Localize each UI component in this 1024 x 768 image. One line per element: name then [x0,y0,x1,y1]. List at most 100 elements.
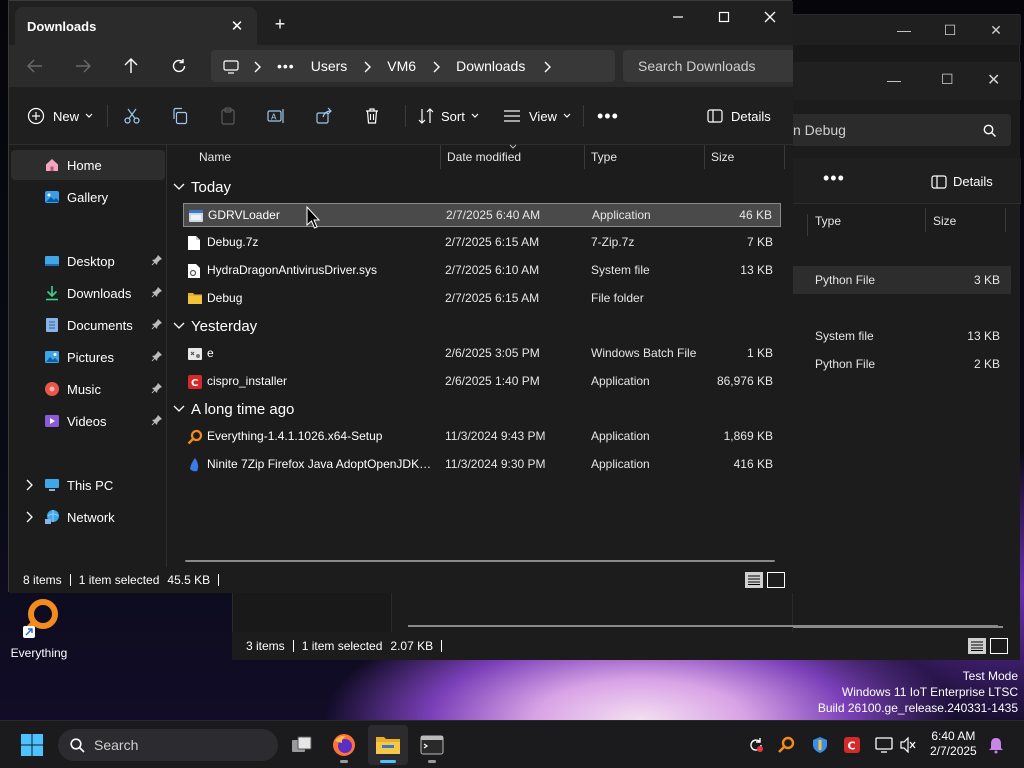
new-tab-button[interactable]: + [269,13,291,35]
details-view-icon[interactable] [745,572,763,588]
search-input[interactable]: Search Downloads [623,50,793,82]
new-button[interactable]: New [27,101,93,131]
tiles-view-icon[interactable] [990,638,1008,654]
sidebar-item-gallery[interactable]: Gallery [11,182,165,212]
file-row[interactable]: HydraDragonAntivirusDriver.sys 2/7/2025 … [183,259,781,283]
sidebar-item-videos[interactable]: Videos [11,406,165,436]
pin-icon[interactable] [151,286,163,301]
details-view-icon[interactable] [968,638,986,654]
close-button[interactable] [747,1,793,33]
breadcrumb-users[interactable]: Users [311,58,348,74]
chevron-right-icon[interactable] [253,59,261,74]
column-type[interactable]: Type [585,145,705,169]
bg-close-icon[interactable]: ✕ [987,70,1000,90]
tab-downloads[interactable]: Downloads ✕ [15,7,257,45]
task-view-button[interactable] [282,725,322,765]
sidebar-item-documents[interactable]: Documents [11,310,165,340]
file-row[interactable]: e 2/6/2025 3:05 PM Windows Batch File 1 … [183,342,781,366]
sidebar-item-this-pc[interactable]: This PC [11,470,165,500]
column-date-modified[interactable]: Date modified [441,144,585,169]
computer-icon[interactable] [223,58,239,74]
volume-muted-icon[interactable] [898,735,918,755]
column-header: Name Date modified Type Size [167,144,793,169]
taskbar-search[interactable]: Search [58,729,278,761]
file-row[interactable]: Debug 2/7/2025 6:15 AM File folder [183,287,781,311]
overflow-crumbs-icon[interactable]: ••• [277,58,295,74]
taskbar-firefox[interactable] [324,725,364,765]
sync-icon[interactable] [746,735,766,755]
more-options-icon[interactable]: ••• [597,101,619,131]
taskbar-clock[interactable]: 6:40 AM 2/7/2025 [930,729,977,759]
bg-win-minimize[interactable]: — [881,15,927,45]
sidebar-item-desktop[interactable]: Desktop [11,246,165,276]
chevron-right-icon[interactable] [25,511,33,526]
horizontal-scrollbar[interactable] [185,560,775,562]
cut-button[interactable] [123,101,141,131]
bg-search-box[interactable]: n Debug [793,114,1011,146]
paste-button[interactable] [219,101,237,131]
group-header-yesterday[interactable]: Yesterday [173,314,257,338]
file-row[interactable]: Debug.7z 2/7/2025 6:15 AM 7-Zip.7z 7 KB [183,231,781,255]
copy-button[interactable] [171,101,189,131]
sidebar-item-pictures[interactable]: Pictures [11,342,165,372]
bg-maximize-icon[interactable]: ☐ [941,71,954,88]
column-name[interactable]: Name [191,145,441,169]
view-button[interactable]: View [503,101,571,131]
chevron-right-icon[interactable] [363,59,372,74]
refresh-button[interactable] [163,51,195,81]
sidebar-item-home[interactable]: Home [11,150,165,180]
taskbar-file-explorer[interactable] [368,725,408,765]
pin-icon[interactable] [151,318,163,333]
security-shield-icon[interactable] [810,735,830,755]
desktop-shortcut-everything[interactable]: Everything [8,598,70,668]
file-row[interactable]: GDRVLoader 2/7/2025 6:40 AM Application … [183,203,781,227]
back-button[interactable] [19,51,51,81]
chevron-right-icon[interactable] [432,59,441,74]
pin-icon[interactable] [151,382,163,397]
rename-button[interactable]: A [267,101,285,131]
bg-more-icon[interactable]: ••• [823,168,845,189]
column-size[interactable]: Size [705,145,785,169]
file-row[interactable]: C cispro_installer 2/6/2025 1:40 PM Appl… [183,370,781,394]
sidebar-item-music[interactable]: Music [11,374,165,404]
sidebar-item-downloads[interactable]: Downloads [11,278,165,308]
address-bar[interactable]: ••• Users VM6 Downloads [211,50,615,82]
home-icon [43,156,61,174]
file-explorer-window[interactable]: Downloads ✕ + ••• Users VM6 Downloads Se… [8,0,793,593]
up-button[interactable] [115,51,147,81]
everything-tray-icon[interactable] [776,735,796,755]
tiles-view-icon[interactable] [767,572,785,588]
chevron-right-icon[interactable] [543,59,552,74]
share-button[interactable] [315,101,333,131]
network-status-icon[interactable] [874,735,894,755]
file-row[interactable]: Everything-1.4.1.1026.x64-Setup 11/3/202… [183,425,781,449]
bg-col-size[interactable]: Size [933,214,956,228]
sort-button[interactable]: Sort [417,101,479,131]
bg-col-type[interactable]: Type [815,214,841,228]
details-pane-button[interactable]: Details [707,101,771,131]
bg-minimize-icon[interactable]: — [887,72,901,88]
pin-icon[interactable] [151,254,163,269]
breadcrumb-vm6[interactable]: VM6 [387,58,416,74]
chevron-right-icon[interactable] [25,479,33,494]
delete-button[interactable] [363,101,381,131]
breadcrumb-downloads[interactable]: Downloads [456,58,525,74]
taskbar-terminal[interactable] [412,725,452,765]
comodo-tray-icon[interactable]: C [842,735,862,755]
group-header-long-time-ago[interactable]: A long time ago [173,397,294,421]
bg-win-maximize[interactable]: ☐ [927,15,973,45]
bg-details-button[interactable]: Details [931,174,993,189]
maximize-button[interactable] [701,1,747,33]
pin-icon[interactable] [151,414,163,429]
sidebar-item-network[interactable]: Network [11,502,165,532]
pin-icon[interactable] [151,350,163,365]
start-button[interactable] [12,725,52,765]
file-row[interactable]: Ninite 7Zip Firefox Java AdoptOpenJDK x.… [183,453,781,477]
tab-close-icon[interactable]: ✕ [227,16,247,36]
group-header-today[interactable]: Today [173,175,231,199]
forward-button[interactable] [67,51,99,81]
minimize-button[interactable] [655,1,701,33]
title-bar[interactable]: Downloads ✕ + [9,1,793,45]
bg-win-close[interactable]: ✕ [973,15,1019,45]
notification-bell-icon[interactable] [986,735,1006,755]
